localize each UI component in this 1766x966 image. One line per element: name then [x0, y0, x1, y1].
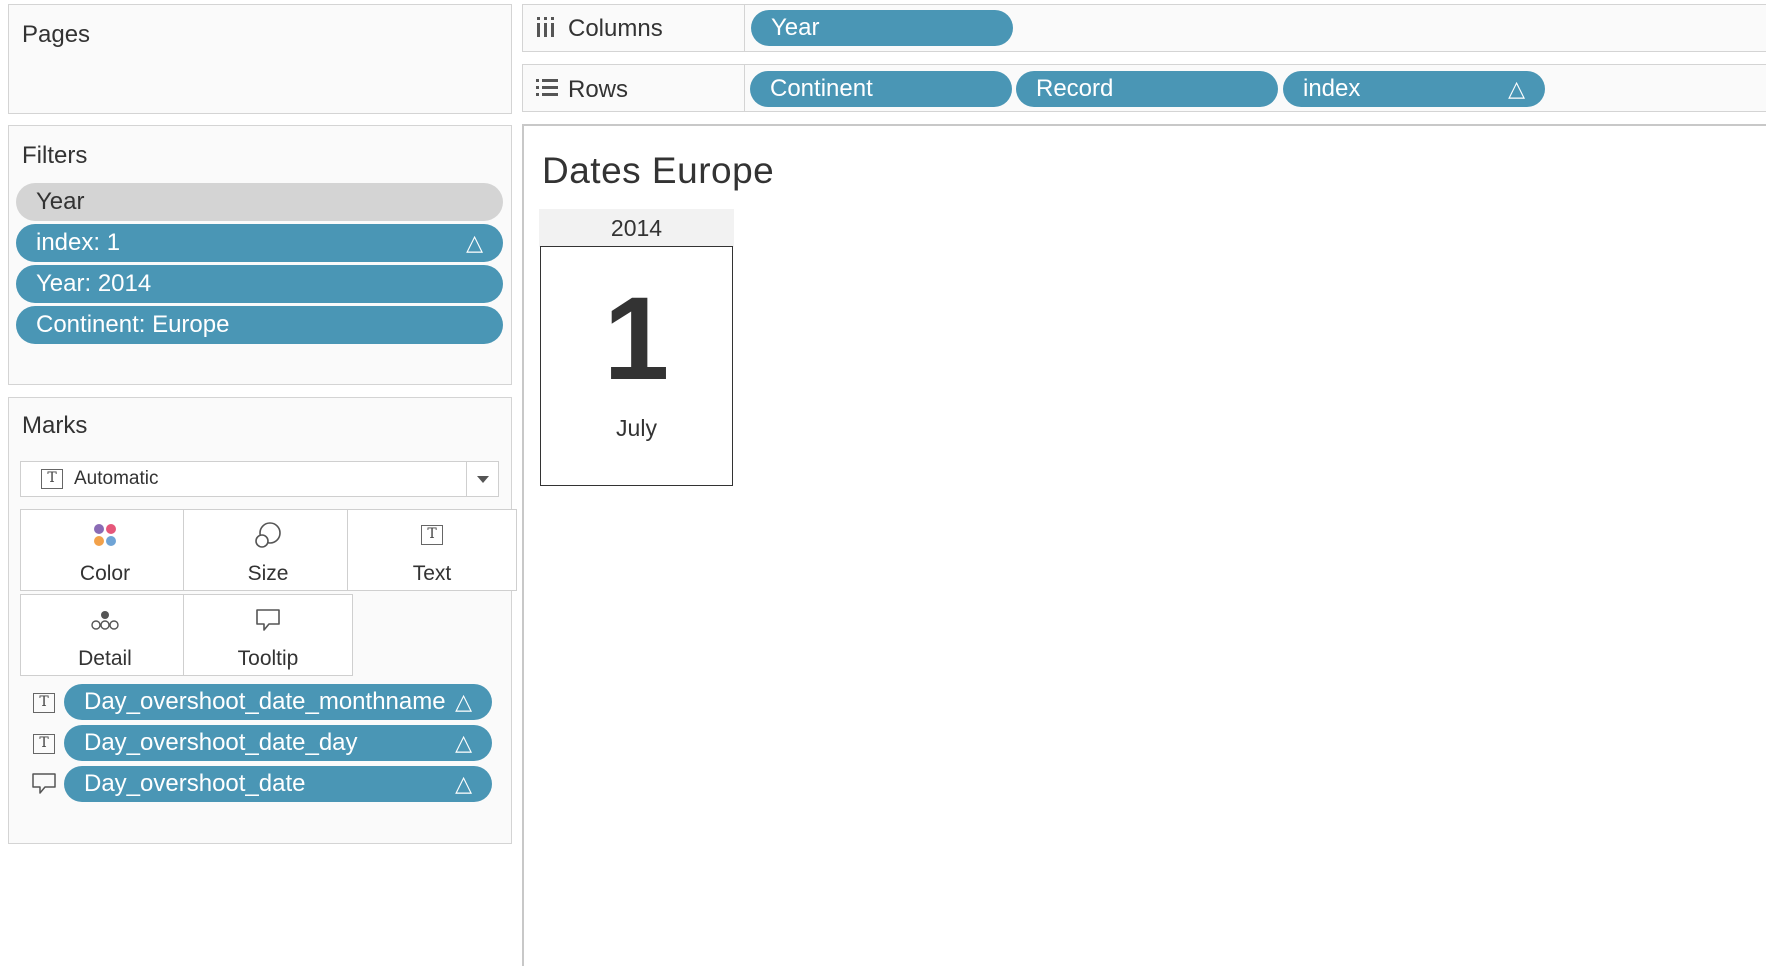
text-icon: T [41, 469, 63, 489]
size-icon [184, 520, 352, 550]
pages-panel[interactable]: Pages [8, 4, 512, 114]
detail-icon [21, 605, 189, 635]
text-icon[interactable]: T [33, 693, 55, 713]
day-number: 1 [603, 273, 670, 405]
columns-shelf[interactable]: Columns Year [522, 4, 1766, 52]
row-pill-label: Continent [770, 75, 873, 102]
row-pill-record[interactable]: Record [1016, 71, 1278, 107]
text-label: Text [412, 562, 452, 585]
tooltip-icon [184, 605, 352, 635]
rows-label: Rows [568, 76, 629, 103]
filter-pill-label: Year [36, 188, 85, 215]
pages-title: Pages [22, 21, 91, 48]
chevron-down-icon[interactable] [477, 476, 489, 483]
calculated-field-icon: △ [466, 230, 483, 255]
text-icon: T [421, 525, 443, 545]
calculated-field-icon: △ [455, 689, 472, 714]
filters-panel[interactable]: Filters Year index: 1 △ Year: 2014 Conti… [8, 125, 512, 385]
mark-type-value: Automatic [74, 468, 159, 489]
column-pill-label: Year [771, 14, 820, 41]
calendar-card[interactable]: 1 July [540, 246, 733, 486]
dropdown-divider [466, 462, 467, 496]
mark-field-pill[interactable]: Day_overshoot_date_day △ [64, 725, 492, 761]
filter-pill-label: Continent: Europe [36, 311, 230, 338]
color-label: Color [79, 562, 131, 585]
marks-panel[interactable]: Marks T Automatic Color Size T Text Deta… [8, 397, 517, 844]
mark-field-pill[interactable]: Day_overshoot_date_monthname △ [64, 684, 492, 720]
color-button[interactable]: Color [20, 509, 190, 591]
calculated-field-icon: △ [455, 730, 472, 755]
filter-pill-year-2014[interactable]: Year: 2014 [16, 265, 503, 303]
tooltip-label: Tooltip [237, 647, 299, 670]
row-pill-label: Record [1036, 75, 1114, 102]
row-pill-index[interactable]: index △ [1283, 71, 1545, 107]
filter-pill-label: Year: 2014 [36, 270, 152, 297]
marks-title: Marks [22, 412, 88, 439]
column-header: 2014 [539, 209, 734, 247]
column-pill-year[interactable]: Year [751, 10, 1013, 46]
size-button[interactable]: Size [183, 509, 353, 591]
filter-pill-label: index: 1 [36, 229, 121, 256]
calculated-field-icon: △ [455, 771, 472, 796]
calculated-field-icon: △ [1508, 76, 1525, 101]
filter-pill-index[interactable]: index: 1 △ [16, 224, 503, 262]
text-button[interactable]: T Text [347, 509, 517, 591]
row-pill-label: index [1303, 75, 1361, 102]
rows-shelf[interactable]: Rows Continent Record index △ [522, 64, 1766, 112]
columns-icon [536, 17, 556, 44]
rows-icon [536, 79, 558, 102]
view-title: Dates Europe [542, 150, 775, 191]
month-name: July [616, 415, 657, 441]
columns-label: Columns [568, 15, 663, 42]
shelf-divider [744, 65, 745, 111]
detail-label: Detail [78, 647, 132, 670]
mark-field-label: Day_overshoot_date_day [84, 729, 358, 756]
view-canvas[interactable]: Dates Europe 2014 1 July [522, 124, 1766, 966]
mark-field-label: Day_overshoot_date [84, 770, 306, 797]
filters-title: Filters [22, 142, 88, 169]
text-icon[interactable]: T [33, 734, 55, 754]
row-pill-continent[interactable]: Continent [750, 71, 1012, 107]
detail-button[interactable]: Detail [20, 594, 190, 676]
color-icon [21, 520, 189, 550]
size-label: Size [247, 562, 289, 585]
mark-field-label: Day_overshoot_date_monthname [84, 688, 446, 715]
tooltip-button[interactable]: Tooltip [183, 594, 353, 676]
tooltip-icon[interactable] [31, 772, 57, 801]
filter-pill-continent[interactable]: Continent: Europe [16, 306, 503, 344]
shelf-divider [744, 5, 745, 51]
filter-pill-year[interactable]: Year [16, 183, 503, 221]
mark-field-pill[interactable]: Day_overshoot_date △ [64, 766, 492, 802]
mark-type-dropdown[interactable]: T Automatic [20, 461, 499, 497]
column-header-year: 2014 [610, 215, 663, 241]
